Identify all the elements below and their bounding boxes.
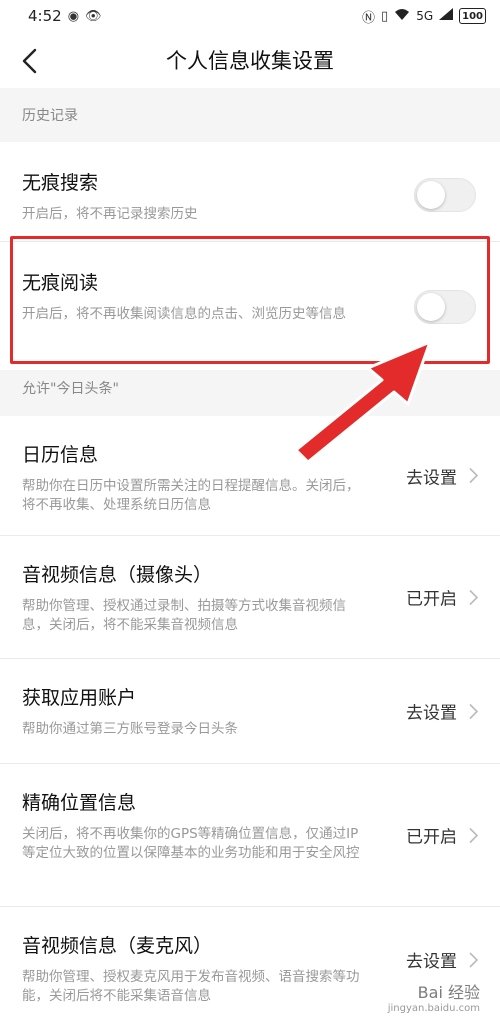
action-label: 去设置 — [406, 468, 457, 488]
action-label: 去设置 — [406, 703, 457, 724]
setting-desc: 开启后，将不再收集阅读信息的点击、浏览历史等信息 — [22, 306, 346, 322]
chevron-right-icon — [469, 703, 478, 719]
toggle-knob — [417, 181, 445, 209]
setting-title: 精确位置信息 — [22, 792, 137, 814]
nfc-icon: Ⓝ — [362, 10, 376, 26]
permission-row-accounts[interactable]: 获取应用账户 帮助你通过第三方账号登录今日头条 去设置 — [0, 659, 500, 764]
setting-title: 音视频信息（摄像头） — [22, 564, 213, 586]
setting-title: 无痕阅读 — [22, 272, 99, 294]
chevron-right-icon — [469, 467, 478, 484]
row-action: 已开启 — [406, 585, 478, 610]
action-label: 去设置 — [406, 952, 457, 972]
row-action: 去设置 — [406, 947, 478, 972]
setting-desc: 帮助你管理、授权通过录制、拍摄等方式收集音视频信息，关闭后，将不能采集音视频信息 — [22, 598, 346, 633]
back-button[interactable] — [14, 44, 44, 78]
action-label: 已开启 — [406, 827, 457, 848]
setting-row-incognito-reading: 无痕阅读 开启后，将不再收集阅读信息的点击、浏览历史等信息 — [0, 242, 500, 370]
incognito-search-toggle[interactable] — [414, 178, 476, 212]
row-action: 已开启 — [406, 823, 478, 848]
battery-level: 100 — [462, 10, 483, 22]
status-time: 4:52 — [28, 7, 62, 25]
setting-desc: 关闭后，将不再收集你的GPS等精确位置信息，仅通过IP等定位大致的位置以保障基本… — [22, 826, 360, 861]
chevron-right-icon — [469, 827, 478, 843]
status-bar: 4:52 ◉ 👁 Ⓝ ▯ 5G 100 — [0, 0, 500, 32]
incognito-reading-toggle[interactable] — [414, 290, 476, 324]
permission-row-calendar[interactable]: 日历信息 帮助你在日历中设置所需关注的日程提醒信息。关闭后，将不再收集、处理系统… — [0, 416, 500, 536]
page-title: 个人信息收集设置 — [166, 49, 334, 73]
setting-desc: 帮助你在日历中设置所需关注的日程提醒信息。关闭后，将不再收集、处理系统日历信息 — [22, 478, 360, 513]
toggle-knob — [417, 293, 445, 321]
status-left: 4:52 ◉ 👁 — [28, 7, 102, 25]
action-label: 已开启 — [406, 589, 457, 610]
vibrate-icon: ▯ — [381, 8, 389, 24]
setting-desc: 帮助你管理、授权麦克风用于发布音视频、语音搜索等功能，关闭后将不能采集语音信息 — [22, 969, 360, 1004]
setting-row-incognito-search: 无痕搜索 开启后，将不再记录搜索历史 — [0, 142, 500, 242]
section-header-history: 历史记录 — [0, 88, 500, 142]
setting-desc: 开启后，将不再记录搜索历史 — [22, 206, 198, 222]
section-header-permissions: 允许"今日头条" — [0, 370, 500, 416]
notification-icon: ◉ — [67, 8, 80, 24]
status-right: Ⓝ ▯ 5G 100 — [362, 7, 486, 26]
setting-title: 无痕搜索 — [22, 172, 99, 194]
chevron-right-icon — [469, 951, 478, 968]
watermark-sub: jingyan.baidu.com — [387, 1003, 480, 1014]
signal-icon — [439, 8, 454, 24]
chevron-left-icon — [22, 48, 37, 74]
chevron-right-icon — [469, 589, 478, 605]
wifi-icon — [394, 8, 410, 25]
permission-row-precise-location[interactable]: 精确位置信息 关闭后，将不再收集你的GPS等精确位置信息，仅通过IP等定位大致的… — [0, 764, 500, 907]
row-action: 去设置 — [406, 463, 478, 488]
battery-icon: 100 — [459, 8, 486, 24]
permission-row-camera[interactable]: 音视频信息（摄像头） 帮助你管理、授权通过录制、拍摄等方式收集音视频信息，关闭后… — [0, 536, 500, 659]
setting-desc: 帮助你通过第三方账号登录今日头条 — [22, 721, 238, 737]
network-type: 5G — [416, 9, 434, 23]
row-action: 去设置 — [406, 699, 478, 724]
nav-bar: 个人信息收集设置 — [0, 32, 500, 88]
watermark: Bai 经验 jingyan.baidu.com — [388, 979, 480, 1014]
watermark-text: Bai 经验 — [417, 983, 480, 1002]
eye-icon: 👁 — [85, 8, 102, 24]
